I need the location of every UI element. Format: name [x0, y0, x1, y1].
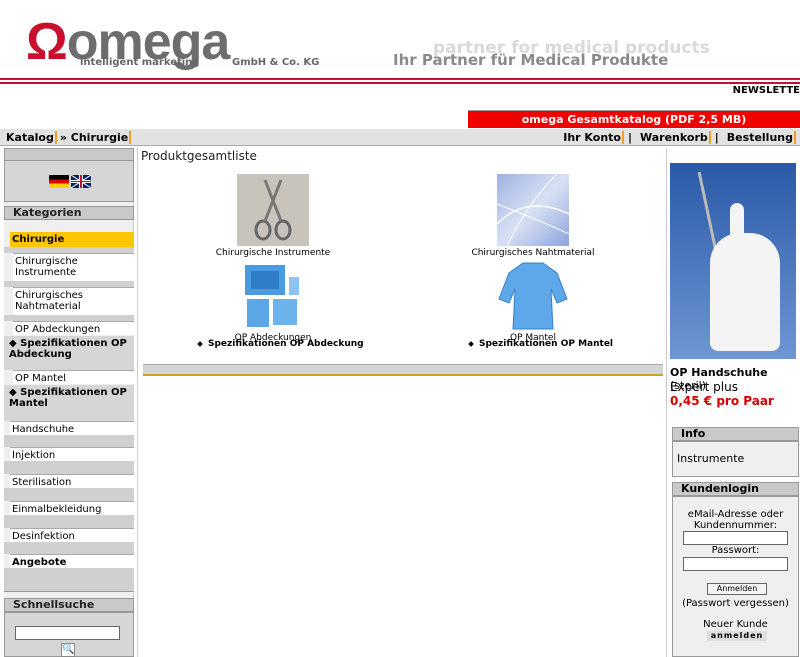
spec-link-op-mantel[interactable]: Spezifikationen OP Mantel [468, 339, 613, 349]
email-label: eMail-Adresse oder Kundennummer: [687, 509, 784, 531]
category-spec-op-abdeckung[interactable]: ◆ Spezifikationen OP Abdeckung [4, 336, 134, 370]
spec-link-op-abdeckung[interactable]: Spezifikationen OP Abdeckung [197, 339, 364, 349]
info-link-instrumente[interactable]: Instrumente [677, 452, 744, 465]
product-op-abdeckungen[interactable]: OP Abdeckungen [208, 259, 338, 343]
language-box [4, 148, 134, 202]
product-caption[interactable]: Chirurgisches Nahtmaterial [468, 248, 598, 258]
category-sterilisation[interactable]: Sterilisation [10, 474, 134, 488]
category-injektion[interactable]: Injektion [10, 447, 134, 461]
category-einmalbekleidung[interactable]: Einmalbekleidung [10, 501, 134, 515]
nav-separator: | [714, 131, 719, 144]
quicksearch-box: 🔍 [4, 612, 134, 657]
logo-tagline: intelligent marketing [80, 57, 200, 68]
quicksearch-input[interactable] [15, 626, 120, 640]
suture-image[interactable] [496, 173, 570, 247]
category-spec-op-mantel[interactable]: ◆ Spezifikationen OP Mantel [4, 385, 134, 421]
category-op-mantel[interactable]: OP Mantel [13, 370, 134, 384]
drape-image[interactable] [237, 259, 309, 331]
register-button[interactable]: anmelden [707, 631, 767, 641]
category-desinfektion[interactable]: Desinfektion [10, 528, 134, 542]
scissors-image[interactable] [237, 174, 309, 246]
logo-company: GmbH & Co. KG [232, 57, 320, 68]
forgot-password-link[interactable]: (Passwort vergessen) [673, 598, 798, 609]
right-sidebar: OP Handschuhe (steril) Expert plus 0,45 … [669, 148, 800, 657]
newsletter-link[interactable]: NEWSLETTE [733, 85, 800, 96]
product-nahtmaterial[interactable]: Chirurgisches Nahtmaterial [468, 173, 598, 258]
categories-title: Kategorien [4, 206, 134, 220]
new-customer-label: Neuer Kunde [703, 619, 768, 630]
product-chirurgische-instrumente[interactable]: Chirurgische Instrumente [208, 174, 338, 258]
header-divider [0, 82, 800, 84]
page-title: Produktgesamtliste [141, 149, 257, 163]
breadcrumb: Katalog» Chirurgie [6, 130, 134, 146]
breadcrumb-current[interactable]: » Chirurgie [59, 131, 132, 144]
bullet-icon: ◆ [9, 387, 21, 398]
password-field[interactable] [683, 557, 788, 571]
breadcrumb-catalog[interactable]: Katalog [6, 131, 57, 144]
login-box: eMail-Adresse oder Kundennummer: Passwor… [672, 496, 799, 657]
category-chirurgische-instrumente[interactable]: Chirurgische Instrumente [13, 253, 134, 281]
category-op-abdeckungen[interactable]: OP Abdeckungen [13, 321, 134, 335]
info-title: Info [672, 427, 799, 441]
search-icon[interactable]: 🔍 [61, 643, 75, 657]
bullet-icon: ◆ [9, 338, 21, 349]
email-field[interactable] [683, 531, 788, 545]
german-flag-icon[interactable] [49, 175, 69, 188]
quicksearch-title: Schnellsuche [4, 598, 134, 612]
featured-product-image[interactable] [670, 163, 796, 359]
account-link[interactable]: Ihr Konto [559, 131, 624, 144]
tagline-de: Ihr Partner für Medical Produkte [393, 51, 669, 69]
main-content: Produktgesamtliste Chirurgische Instrume… [137, 148, 667, 657]
left-sidebar: Kategorien Chirurgie Chirurgische Instru… [4, 148, 134, 657]
header-divider [0, 78, 800, 80]
nav-separator: | [627, 131, 632, 144]
login-title: Kundenlogin [672, 482, 799, 496]
bullet-icon [197, 340, 203, 347]
category-angebote[interactable]: Angebote [10, 554, 134, 568]
product-caption[interactable]: Chirurgische Instrumente [208, 248, 338, 258]
login-button[interactable]: Anmelden [707, 583, 767, 595]
category-chirurgie[interactable]: Chirurgie [10, 232, 134, 247]
omega-symbol: Ω [26, 13, 68, 71]
password-label: Passwort: [711, 545, 760, 556]
bullet-icon [468, 340, 474, 347]
product-op-mantel[interactable]: OP Mantel [468, 259, 598, 343]
info-box: Instrumente [672, 441, 799, 477]
order-link[interactable]: Bestellung [722, 131, 796, 144]
category-handschuhe[interactable]: Handschuhe [10, 421, 134, 435]
cart-link[interactable]: Warenkorb [636, 131, 711, 144]
english-flag-icon[interactable] [71, 175, 91, 188]
category-nahtmaterial[interactable]: Chirurgisches Nahtmaterial [13, 287, 134, 315]
gown-image[interactable] [497, 259, 569, 331]
catalog-pdf-link[interactable]: omega Gesamtkatalog (PDF 2,5 MB) [468, 110, 800, 128]
featured-product-sub: Expert plus [670, 380, 738, 394]
nav-bar: Katalog» Chirurgie Ihr Konto | Warenkorb | B… [0, 129, 800, 146]
featured-product-price: 0,45 € pro Paar [670, 394, 774, 408]
top-nav: Ihr Konto | Warenkorb | Bestellung [559, 130, 796, 146]
content-footer-bar [143, 364, 663, 376]
